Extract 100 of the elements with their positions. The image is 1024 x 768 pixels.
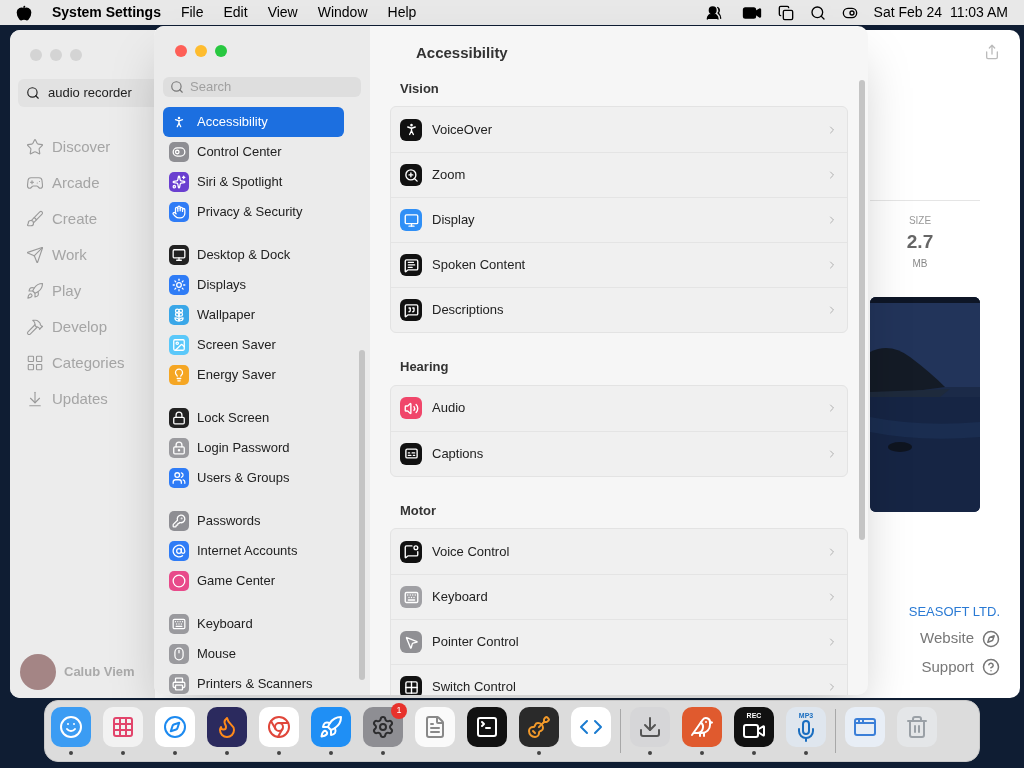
running-indicator	[804, 751, 808, 755]
sidebar-item[interactable]: Game Center	[163, 565, 344, 596]
sidebar-item[interactable]: Control Center	[163, 136, 344, 167]
menu-item[interactable]: Help	[387, 2, 417, 23]
speaker-icon	[400, 397, 422, 419]
sidebar-item[interactable]: Lock Screen	[163, 402, 344, 433]
settings-row[interactable]: Captions	[391, 430, 847, 476]
scrollbar[interactable]	[859, 80, 865, 540]
notepad-icon[interactable]	[415, 707, 455, 747]
running-indicator	[700, 751, 704, 755]
settings-row[interactable]: Keyboard	[391, 574, 847, 619]
sidebar-item[interactable]: Privacy & Security	[163, 196, 344, 227]
sidebar-item[interactable]: Mouse	[163, 638, 344, 669]
search-icon	[170, 79, 184, 94]
speech-bubble-icon	[400, 254, 422, 276]
quote-bubble-icon	[400, 299, 422, 321]
lock-icon	[169, 407, 189, 428]
smiling-face-icon[interactable]	[51, 707, 91, 747]
menu-item[interactable]: File	[180, 2, 204, 23]
running-indicator	[752, 751, 756, 755]
key-icon	[169, 510, 189, 531]
apple-icon[interactable]	[16, 4, 32, 21]
settings-row[interactable]: Descriptions	[391, 287, 847, 332]
trash-icon[interactable]	[897, 707, 937, 747]
section-heading: Hearing	[400, 358, 450, 376]
sidebar-item[interactable]: Desktop & Dock	[163, 239, 344, 270]
image-icon	[169, 334, 189, 355]
chrome-icon[interactable]	[259, 707, 299, 747]
info-link[interactable]: Support	[870, 655, 1000, 679]
windows-icon[interactable]	[777, 4, 794, 21]
window-icon[interactable]	[845, 707, 885, 747]
menu-item[interactable]: Window	[317, 2, 368, 23]
compass-icon	[982, 629, 1000, 648]
compass-icon[interactable]	[155, 707, 195, 747]
developer-link[interactable]: SEASOFT LTD.	[870, 601, 1000, 622]
monitor-icon	[400, 209, 422, 231]
sidebar-item[interactable]: Displays	[163, 269, 344, 300]
sun-icon	[169, 274, 189, 295]
sidebar-item[interactable]: Siri & Spotlight	[163, 166, 344, 197]
download-icon[interactable]	[630, 707, 670, 747]
menu-item[interactable]: View	[267, 2, 298, 23]
scrollbar[interactable]	[359, 350, 365, 680]
flame-icon[interactable]	[207, 707, 247, 747]
size-label: SIZE	[908, 214, 932, 228]
pointer-icon	[400, 631, 422, 653]
download-icon	[26, 390, 44, 408]
settings-row[interactable]: Zoom	[391, 152, 847, 197]
share-icon[interactable]	[984, 44, 1000, 60]
sidebar-item[interactable]: Internet Accounts	[163, 535, 344, 566]
clock[interactable]: Sat Feb 24 11:03 AM	[873, 2, 1008, 23]
running-indicator	[121, 751, 125, 755]
settings-row[interactable]: Audio	[391, 385, 847, 431]
sidebar-item[interactable]: Keyboard	[163, 608, 344, 639]
running-indicator	[173, 751, 177, 755]
zoom-button[interactable]	[215, 45, 227, 57]
notification-badge: 1	[391, 703, 407, 719]
info-link[interactable]: Website	[870, 627, 1000, 650]
people-icon[interactable]	[705, 4, 722, 21]
running-indicator	[69, 751, 73, 755]
app-grid-icon[interactable]	[103, 707, 143, 747]
sidebar-item[interactable]: Login Password	[163, 432, 344, 463]
printer-icon	[169, 673, 189, 694]
running-indicator	[277, 751, 281, 755]
sparkle-icon	[169, 171, 189, 192]
search-icon[interactable]	[809, 4, 826, 21]
section-heading: Motor	[400, 501, 438, 520]
sidebar-item[interactable]: Screen Saver	[163, 329, 344, 360]
duck-icon[interactable]	[682, 707, 722, 747]
sidebar-item[interactable]: Accessibility	[163, 106, 344, 137]
menu-item[interactable]: Edit	[223, 2, 248, 23]
gear-icon[interactable]	[363, 707, 403, 747]
guitar-icon[interactable]	[519, 707, 559, 747]
settings-row[interactable]: VoiceOver	[391, 107, 847, 152]
settings-row[interactable]: Display	[391, 197, 847, 242]
app-menu[interactable]: System Settings	[52, 2, 161, 23]
users-icon	[169, 467, 189, 488]
close-button[interactable]	[175, 45, 187, 57]
running-indicator	[329, 751, 333, 755]
sidebar-item[interactable]: Energy Saver	[163, 359, 344, 390]
terminal-icon[interactable]	[467, 707, 507, 747]
code-icon[interactable]	[571, 707, 611, 747]
settings-row[interactable]: Pointer Control	[391, 619, 847, 664]
size-unit: MB	[912, 256, 928, 271]
joystick-icon	[26, 174, 44, 192]
settings-row[interactable]: Voice Control	[391, 529, 847, 574]
toggle-icon	[169, 141, 189, 162]
help-icon	[982, 658, 1000, 676]
keyboard-icon	[169, 613, 189, 634]
search-field[interactable]: audio recorder	[18, 79, 155, 107]
sidebar-item[interactable]: Wallpaper	[163, 299, 344, 330]
monitor-icon	[169, 244, 189, 265]
sidebar-item[interactable]: Users & Groups	[163, 462, 344, 493]
magnifier-icon	[400, 164, 422, 186]
at-sign-icon	[169, 540, 189, 561]
grid-icon	[400, 676, 422, 695]
sidebar-item[interactable]: Printers & Scanners	[163, 668, 344, 695]
settings-row[interactable]: Spoken Content	[391, 242, 847, 287]
speech-bubble-icon	[400, 540, 422, 563]
avatar[interactable]	[20, 654, 56, 690]
sidebar-item[interactable]: Passwords	[163, 505, 344, 536]
